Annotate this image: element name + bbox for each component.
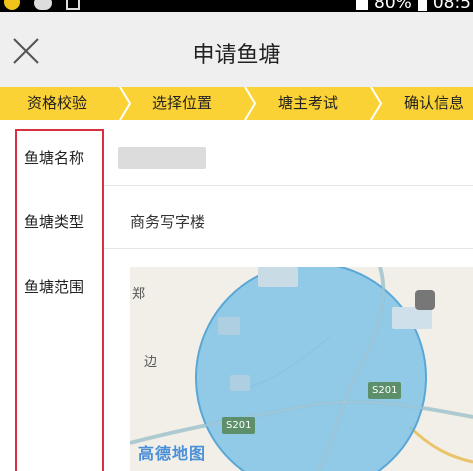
battery-percent: 80%	[374, 0, 412, 12]
clock: 08:5	[432, 0, 471, 12]
notification-icons	[4, 0, 80, 10]
step-qualification: 资格校验	[27, 94, 88, 112]
map-label-blur	[258, 267, 298, 287]
status-bar: 80% 08:5	[0, 0, 473, 12]
step-owner-exam: 塘主考试	[278, 94, 339, 112]
status-right: 80% 08:5	[356, 0, 471, 12]
app-notification-icon	[4, 0, 20, 10]
map-place-label: 郑	[132, 287, 146, 302]
map-label-blur	[230, 375, 250, 391]
step-confirm-info: 确认信息	[404, 94, 465, 112]
road-badge: S201	[368, 382, 402, 399]
pond-range-label: 鱼塘范围	[24, 278, 85, 296]
step-select-location: 选择位置	[152, 94, 213, 112]
title-bar: 申请鱼塘	[0, 12, 473, 87]
highlight-box	[15, 129, 104, 471]
image-notification-icon	[66, 0, 80, 10]
page-title: 申请鱼塘	[192, 43, 281, 68]
pond-name-label: 鱼塘名称	[24, 149, 85, 167]
map-label-blur	[392, 307, 432, 329]
amap-logo: 高德地图	[138, 444, 207, 463]
chevron-right-icon	[370, 87, 383, 120]
pond-type-label: 鱼塘类型	[24, 213, 85, 231]
map-place-label: 边	[144, 355, 158, 370]
battery-icon	[417, 0, 427, 11]
pond-name-value[interactable]	[118, 147, 206, 169]
chevron-right-icon	[119, 87, 132, 120]
map-label-blur	[218, 317, 240, 335]
divider	[102, 185, 473, 186]
range-circle	[195, 267, 427, 471]
pond-type-value[interactable]: 商务写字楼	[130, 211, 205, 232]
signal-icon	[356, 0, 369, 10]
chevron-right-icon	[244, 87, 257, 120]
divider	[102, 248, 473, 249]
pond-range-map[interactable]: 郑 边 S201 S201 高德地图	[130, 267, 473, 471]
road-badge: S201	[222, 417, 256, 434]
pond-form: 鱼塘名称 鱼塘类型 商务写字楼 鱼塘范围 郑 边 S201 S201 高德地图	[0, 120, 473, 471]
step-progress-bar: 资格校验 选择位置 塘主考试 确认信息	[0, 87, 473, 120]
chat-notification-icon	[34, 0, 52, 10]
poi-icon	[415, 290, 435, 310]
